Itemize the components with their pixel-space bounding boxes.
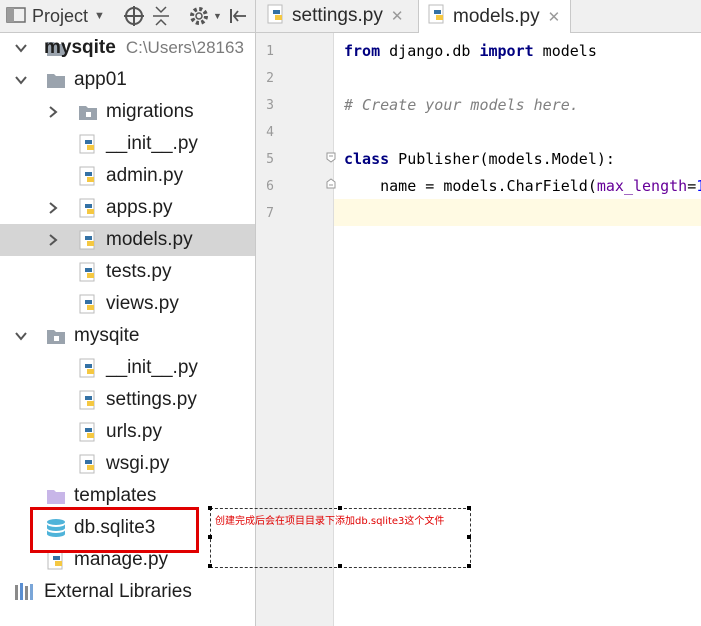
line-number: 3 <box>266 98 274 113</box>
current-line-highlight <box>334 199 701 226</box>
code-line-5: class Publisher(models.Model): <box>344 150 615 168</box>
resize-handle[interactable] <box>467 564 471 568</box>
tree-item-label: settings.py <box>106 389 197 410</box>
resize-handle[interactable] <box>208 564 212 568</box>
chevron-down-icon[interactable] <box>14 41 28 55</box>
collapse-all-icon[interactable] <box>151 0 171 32</box>
project-icon <box>6 5 26 28</box>
code-line-3: # Create your models here. <box>344 96 579 114</box>
annotation-text: 创建完成后会在项目目录下添加db.sqlite3这个文件 <box>215 516 445 527</box>
editor-tab-bar: settings.py ✕ models.py ✕ <box>256 0 701 33</box>
tree-item-mysqite-package[interactable]: mysqite <box>0 320 255 352</box>
tree-item-views-py[interactable]: views.py <box>0 288 255 320</box>
chevron-down-icon: ▼ <box>94 10 105 22</box>
tree-item-migrations[interactable]: migrations <box>0 96 255 128</box>
target-icon[interactable] <box>123 0 145 32</box>
tree-item-admin-py[interactable]: admin.py <box>0 160 255 192</box>
close-icon[interactable]: ✕ <box>391 7 404 25</box>
tree-item-label: migrations <box>106 101 194 122</box>
python-file-icon <box>78 198 98 218</box>
tree-item-label: app01 <box>74 69 127 90</box>
chevron-right-icon[interactable] <box>46 201 60 215</box>
line-number: 6 <box>266 179 274 194</box>
tree-item-external-libraries[interactable]: External Libraries <box>0 576 255 608</box>
project-path: C:\Users\28163 <box>125 38 244 57</box>
tree-item-label: urls.py <box>106 421 162 442</box>
resize-handle[interactable] <box>467 506 471 510</box>
tree-item-urls-py[interactable]: urls.py <box>0 416 255 448</box>
fold-marker-icon[interactable] <box>326 150 336 163</box>
tab-label: settings.py <box>292 5 383 26</box>
code-line-1: from django.db import models <box>344 42 597 60</box>
python-file-icon <box>78 230 98 250</box>
project-view-switcher[interactable]: Project ▼ <box>6 0 105 32</box>
template-folder-icon <box>46 486 66 506</box>
line-number: 4 <box>266 125 274 140</box>
hide-panel-icon[interactable] <box>228 0 248 32</box>
tree-item-init-py[interactable]: __init__.py <box>0 352 255 384</box>
tree-item-label: tests.py <box>106 261 172 282</box>
tree-item-models-py[interactable]: models.py <box>0 224 255 256</box>
tree-item-label: wsgi.py <box>106 453 170 474</box>
tree-item-wsgi-py[interactable]: wsgi.py <box>0 448 255 480</box>
project-toolbar: Project ▼ ▼ <box>0 0 255 33</box>
python-file-icon <box>78 294 98 314</box>
python-file-icon <box>78 390 98 410</box>
gear-icon[interactable]: ▼ <box>188 0 222 32</box>
resize-handle[interactable] <box>338 564 342 568</box>
project-view-label: Project <box>32 5 89 26</box>
libraries-icon <box>14 582 34 602</box>
python-file-icon <box>78 262 98 282</box>
tree-item-init-py[interactable]: __init__.py <box>0 128 255 160</box>
tree-item-tests-py[interactable]: tests.py <box>0 256 255 288</box>
tree-item-label: admin.py <box>106 165 184 186</box>
tree-item-label: mysqite <box>74 325 140 346</box>
resize-handle[interactable] <box>467 535 471 539</box>
package-folder-icon <box>78 102 98 122</box>
highlight-box <box>30 507 199 553</box>
tree-item-label: templates <box>74 485 157 506</box>
line-number: 5 <box>266 152 274 167</box>
line-number: 1 <box>266 44 274 59</box>
tree-item-project-root[interactable]: mysqite C:\Users\28163 <box>0 32 255 64</box>
resize-handle[interactable] <box>208 506 212 510</box>
code-line-6: name = models.CharField(max_length=1 <box>344 177 701 195</box>
tab-settings-py[interactable]: settings.py ✕ <box>266 0 403 32</box>
python-file-icon <box>78 358 98 378</box>
tree-item-apps-py[interactable]: apps.py <box>0 192 255 224</box>
folder-icon <box>46 70 66 90</box>
fold-end-marker-icon[interactable] <box>326 176 336 189</box>
tree-item-app01[interactable]: app01 <box>0 64 255 96</box>
annotation-note: 创建完成后会在项目目录下添加db.sqlite3这个文件 <box>208 506 471 568</box>
python-file-icon <box>78 422 98 442</box>
chevron-down-icon[interactable] <box>14 329 28 343</box>
line-number: 2 <box>266 71 274 86</box>
tree-item-label: __init__.py <box>106 357 198 378</box>
python-file-icon <box>427 4 447 29</box>
tree-item-label: models.py <box>106 229 193 250</box>
resize-handle[interactable] <box>338 506 342 510</box>
resize-handle[interactable] <box>208 535 212 539</box>
tab-models-py[interactable]: models.py ✕ <box>418 0 572 33</box>
chevron-right-icon[interactable] <box>46 105 60 119</box>
tree-item-label: views.py <box>106 293 179 314</box>
python-file-icon <box>78 166 98 186</box>
python-file-icon <box>266 4 286 29</box>
line-number: 7 <box>266 206 274 221</box>
tree-item-settings-py[interactable]: settings.py <box>0 384 255 416</box>
tab-label: models.py <box>453 5 540 27</box>
python-file-icon <box>78 454 98 474</box>
chevron-right-icon[interactable] <box>46 233 60 247</box>
tree-item-label: External Libraries <box>44 581 192 602</box>
package-folder-icon <box>46 326 66 346</box>
python-file-icon <box>78 134 98 154</box>
python-file-icon <box>46 550 66 570</box>
tree-item-label: apps.py <box>106 197 173 218</box>
tree-item-label: mysqite C:\Users\28163 <box>44 37 244 58</box>
tree-item-label: __init__.py <box>106 133 198 154</box>
close-icon[interactable]: ✕ <box>548 8 561 26</box>
chevron-down-icon[interactable] <box>14 73 28 87</box>
